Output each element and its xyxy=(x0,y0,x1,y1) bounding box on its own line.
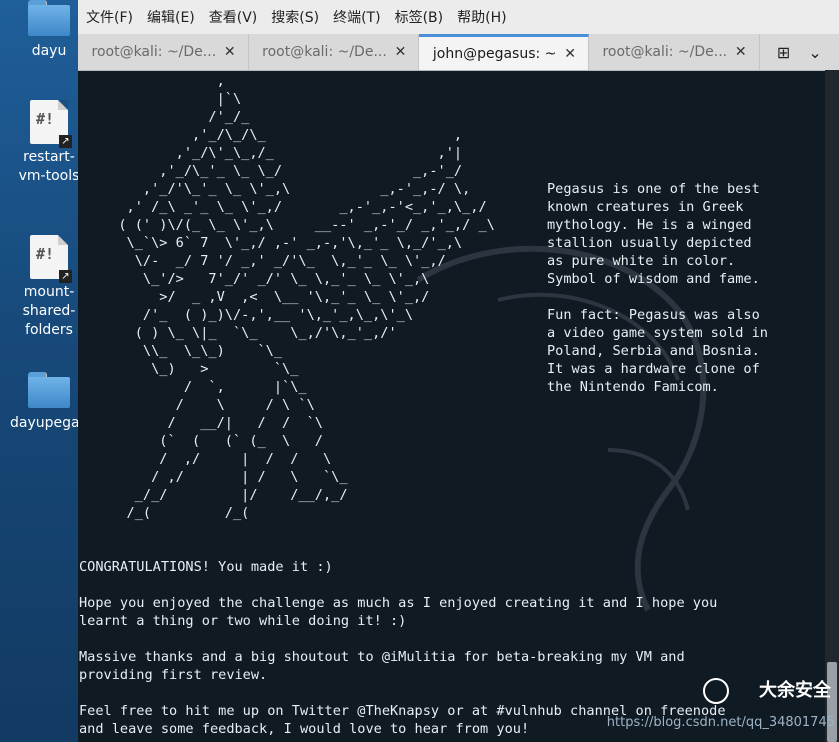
pegasus-info-text: Pegasus is one of the best known creatur… xyxy=(547,181,768,395)
chevron-down-icon[interactable]: ⌄ xyxy=(808,43,821,62)
congratulations-message: CONGRATULATIONS! You made it :) Hope you… xyxy=(79,559,726,737)
tab-bar: root@kali: ~/De... ✕ root@kali: ~/De... … xyxy=(78,34,839,71)
menu-bar: 文件(F) 编辑(E) 查看(V) 搜索(S) 终端(T) 标签(B) 帮助(H… xyxy=(78,0,839,34)
script-file-icon: #! ↗ xyxy=(30,100,72,148)
menu-help[interactable]: 帮助(H) xyxy=(457,7,506,27)
tab-john-pegasus[interactable]: john@pegasus: ~ ✕ xyxy=(419,34,589,70)
tab-label: root@kali: ~/De... xyxy=(262,44,387,60)
menu-search[interactable]: 搜索(S) xyxy=(271,7,319,27)
watermark-url: https://blog.csdn.net/qq_34801745 xyxy=(606,715,835,730)
tab-label: john@pegasus: ~ xyxy=(432,45,557,62)
tab-tools: ⊞ ⌄ xyxy=(760,34,839,70)
scrollbar[interactable] xyxy=(825,70,839,742)
menu-terminal[interactable]: 终端(T) xyxy=(333,7,380,27)
desktop-icon-mount-shared-folders[interactable]: #! ↗ mount-shared-folders xyxy=(10,235,88,340)
desktop-icon-label: dayu xyxy=(31,43,67,59)
close-icon[interactable]: ✕ xyxy=(395,44,407,60)
pegasus-ascii-art: , |`\ /'_/_ ,'_/\_/\_ , ,'_/\'_\_,/_ ,'|… xyxy=(118,73,495,521)
desktop-icon-label: mount-shared-folders xyxy=(22,284,76,338)
tab-root-kali-3[interactable]: root@kali: ~/De... ✕ xyxy=(589,34,760,70)
folder-icon xyxy=(28,0,70,36)
folder-icon xyxy=(28,372,70,408)
tab-label: root@kali: ~/De... xyxy=(602,44,728,60)
menu-view[interactable]: 查看(V) xyxy=(209,7,258,27)
new-tab-icon[interactable]: ⊞ xyxy=(777,43,790,62)
tab-root-kali-1[interactable]: root@kali: ~/De... ✕ xyxy=(78,34,249,70)
watermark-name: 大余安全 xyxy=(759,680,831,701)
terminal-output[interactable]: , |`\ /'_/_ ,'_/\_/\_ , ,'_/\'_\_,/_ ,'|… xyxy=(78,70,823,742)
desktop-icon-dayupegasus[interactable]: dayupegasus xyxy=(10,372,104,433)
desktop-icon-label: dayupegasus xyxy=(10,415,104,431)
wechat-logo-icon xyxy=(703,678,729,704)
menu-edit[interactable]: 编辑(E) xyxy=(147,7,195,27)
script-file-icon: #! ↗ xyxy=(30,235,72,283)
desktop-icon-dayu[interactable]: dayu xyxy=(10,0,88,61)
menu-file[interactable]: 文件(F) xyxy=(86,7,133,27)
terminal-window: 文件(F) 编辑(E) 查看(V) 搜索(S) 终端(T) 标签(B) 帮助(H… xyxy=(78,0,839,742)
scrollbar-thumb[interactable] xyxy=(827,662,837,742)
tab-root-kali-2[interactable]: root@kali: ~/De... ✕ xyxy=(249,34,420,70)
desktop-icon-label: restart-vm-tools xyxy=(18,149,80,184)
desktop-icon-restart-vm-tools[interactable]: #! ↗ restart-vm-tools xyxy=(10,100,88,186)
close-icon[interactable]: ✕ xyxy=(564,46,576,62)
close-icon[interactable]: ✕ xyxy=(224,44,236,60)
menu-tabs[interactable]: 标签(B) xyxy=(395,7,444,27)
close-icon[interactable]: ✕ xyxy=(735,44,747,60)
tab-label: root@kali: ~/De... xyxy=(91,44,217,60)
